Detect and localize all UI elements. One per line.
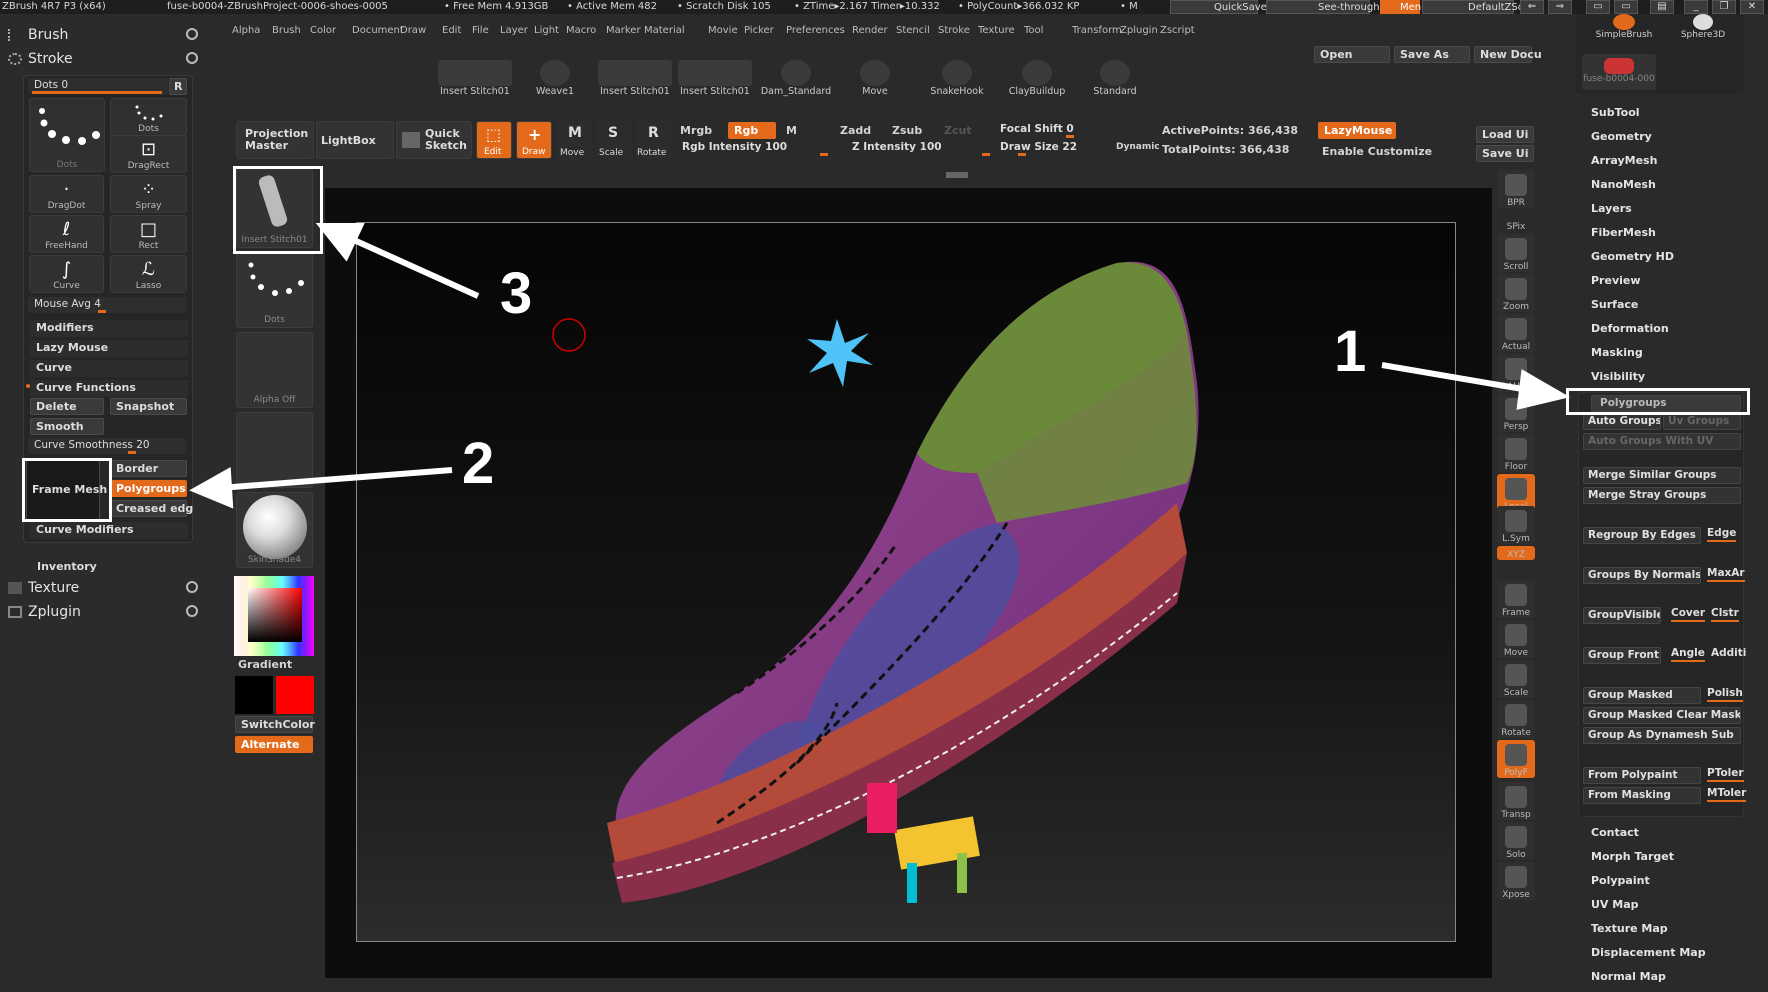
rt-item-displacement-map[interactable]: Displacement Map [1591,946,1706,959]
annotation-number-1: 1 [1334,319,1367,384]
annotation-number-3: 3 [500,261,533,326]
rt-item-contact[interactable]: Contact [1591,826,1639,839]
rt-item-normal-map[interactable]: Normal Map [1591,970,1666,983]
rt-item-fibermesh[interactable]: FiberMesh [1591,226,1656,239]
rt-item-deformation[interactable]: Deformation [1591,322,1669,335]
rt-item-morph-target[interactable]: Morph Target [1591,850,1674,863]
rt-item-arraymesh[interactable]: ArrayMesh [1591,154,1657,167]
rt-item-nanomesh[interactable]: NanoMesh [1591,178,1656,191]
annotation-arrows [189,223,1571,509]
rt-item-layers[interactable]: Layers [1591,202,1632,215]
annotation-number-2: 2 [462,431,495,496]
rt-item-subtool[interactable]: SubTool [1591,106,1640,119]
rt-item-uv-map[interactable]: UV Map [1591,898,1639,911]
rt-item-surface[interactable]: Surface [1591,298,1638,311]
rt-item-geometry-hd[interactable]: Geometry HD [1591,250,1674,263]
rt-item-preview[interactable]: Preview [1591,274,1641,287]
rt-item-texture-map[interactable]: Texture Map [1591,922,1668,935]
rt-item-geometry[interactable]: Geometry [1591,130,1652,143]
rt-item-masking[interactable]: Masking [1591,346,1643,359]
rt-item-visibility[interactable]: Visibility [1591,370,1645,383]
rt-item-polypaint[interactable]: Polypaint [1591,874,1650,887]
